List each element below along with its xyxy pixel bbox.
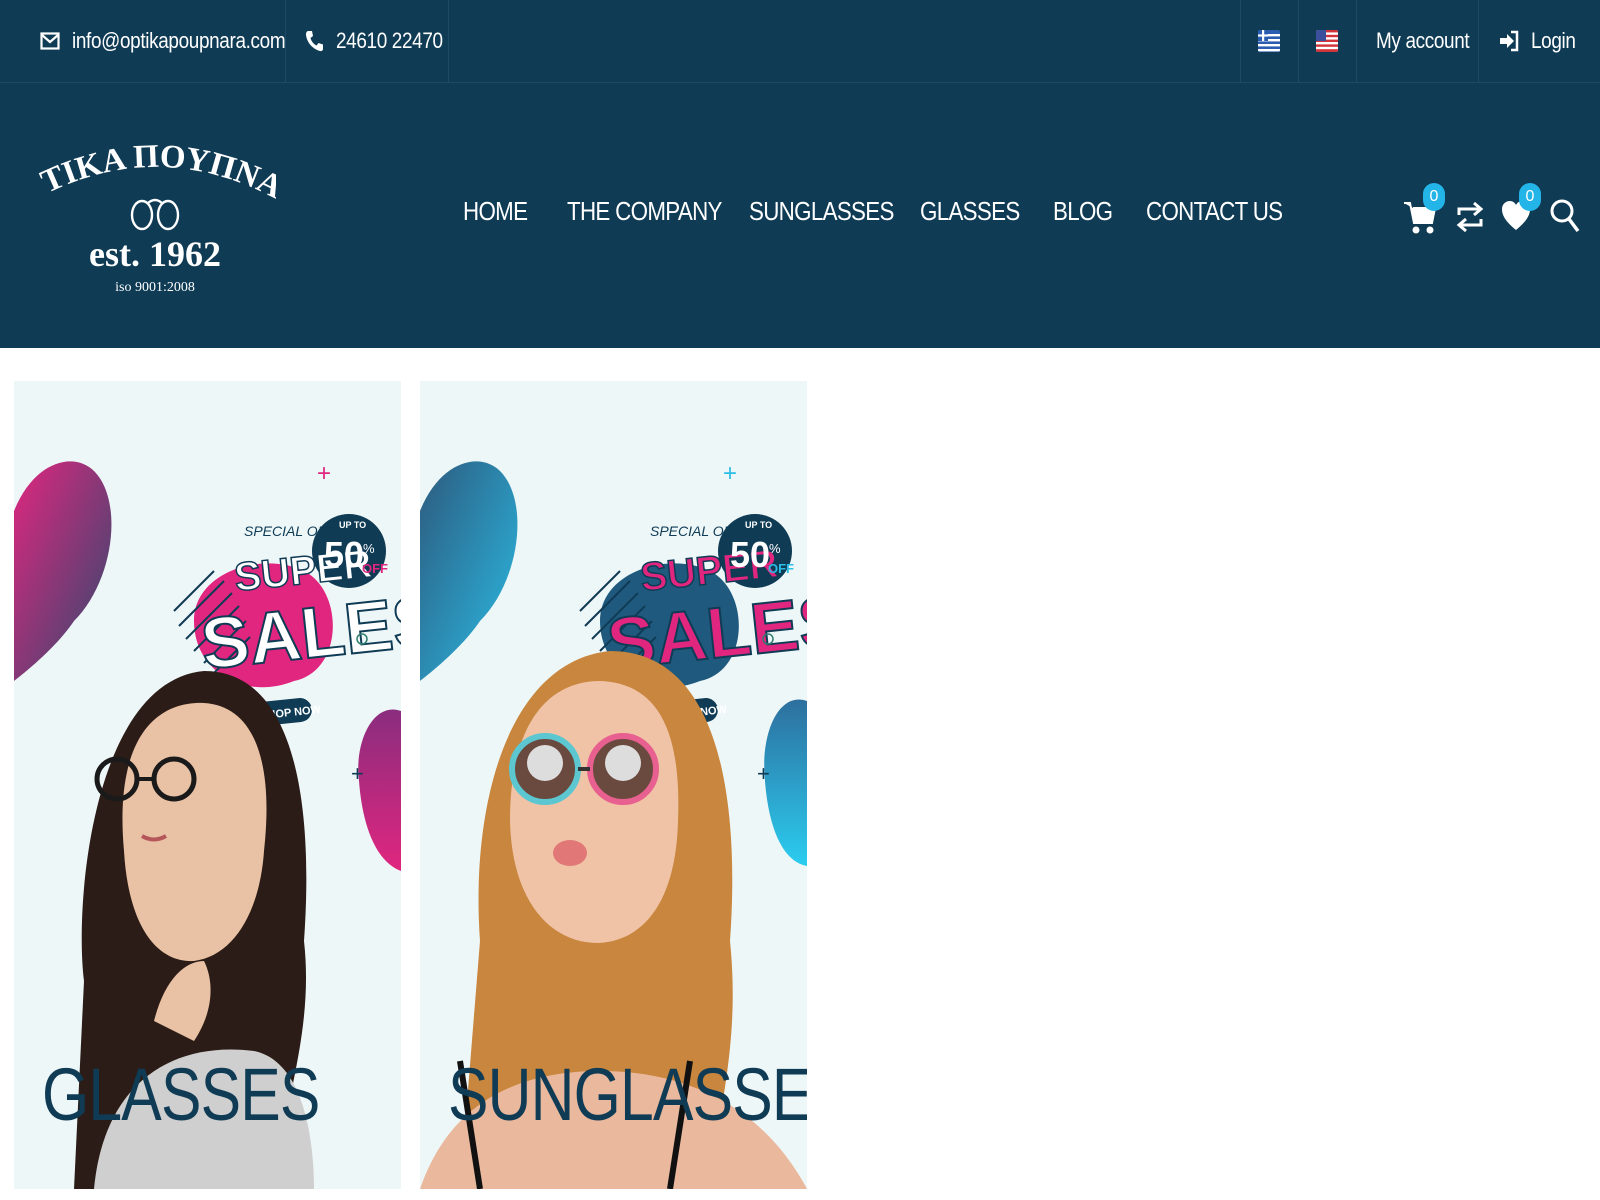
greek-flag-icon	[1258, 30, 1280, 52]
logo-line3: iso 9001:2008	[115, 280, 195, 295]
svg-text:+: +	[317, 460, 331, 487]
glasses-up-to: UP TO	[339, 520, 366, 530]
wishlist-button[interactable]: 0	[1501, 183, 1541, 239]
cart-count-badge: 0	[1423, 183, 1445, 211]
email-text: info@optikapoupnara.com	[72, 28, 286, 53]
svg-text:+: +	[351, 761, 364, 786]
logo-line1: ΟΠΤΙΚΑ ΠΟΥΠΝΑΡΑ	[23, 95, 288, 206]
nav-blog[interactable]: BLOG	[1053, 196, 1113, 227]
glasses-discount: 50	[324, 534, 364, 575]
language-greek[interactable]	[1240, 0, 1298, 82]
compare-arrows-icon	[1456, 201, 1484, 233]
main-nav: HOME THE COMPANY SUNGLASSES GLASSES BLOG…	[463, 196, 1334, 227]
sunglasses-card-label[interactable]: SUNGLASSES	[448, 1052, 807, 1137]
svg-text:ΟΠΤΙΚΑ ΠΟΥΠΝΑΡΑ: ΟΠΤΙΚΑ ΠΟΥΠΝΑΡΑ	[36, 123, 276, 206]
site-logo[interactable]: ΟΠΤΙΚΑ ΠΟΥΠΝΑΡΑ est. 1962 iso 9001:2008	[23, 95, 288, 303]
phone-icon	[302, 29, 326, 53]
top-bar: info@optikapoupnara.com 24610 22470 My a…	[0, 0, 1600, 83]
glasses-off: OFF	[362, 561, 388, 576]
nav-sunglasses[interactable]: SUNGLASSES	[749, 196, 894, 227]
us-flag-icon	[1316, 30, 1338, 52]
glasses-percent: %	[363, 541, 375, 556]
nav-home[interactable]: HOME	[463, 196, 528, 227]
search-icon	[1550, 199, 1580, 233]
glasses-category-card[interactable]: + SPECIAL OFFER SUPER SALES UP TO 50 % O…	[14, 381, 401, 1189]
glasses-card-label[interactable]: GLASSES	[42, 1052, 320, 1137]
login-text: Login	[1531, 28, 1576, 53]
sunglasses-category-card[interactable]: + SPECIAL OFFER SUPER SALES UP TO 50 % O…	[420, 381, 807, 1189]
sunglasses-percent: %	[769, 541, 781, 556]
header-actions: 0 0	[1395, 183, 1590, 243]
my-account-text: My account	[1376, 28, 1470, 53]
wishlist-count-badge: 0	[1519, 183, 1541, 211]
sunglasses-off: OFF	[768, 561, 794, 576]
main-header: ΟΠΤΙΚΑ ΠΟΥΠΝΑΡΑ est. 1962 iso 9001:2008 …	[0, 83, 1600, 348]
search-button[interactable]	[1549, 183, 1589, 239]
nav-contact-us[interactable]: CONTACT US	[1146, 196, 1283, 227]
logo-mark: ΟΠΤΙΚΑ ΠΟΥΠΝΑΡΑ est. 1962 iso 9001:2008	[23, 95, 288, 295]
login-link[interactable]: Login	[1497, 0, 1583, 82]
language-english[interactable]	[1298, 0, 1356, 82]
svg-text:+: +	[723, 460, 737, 487]
nav-the-company[interactable]: THE COMPANY	[567, 196, 722, 227]
sunglasses-discount: 50	[730, 534, 770, 575]
my-account-link[interactable]: My account	[1376, 0, 1485, 82]
cart-button[interactable]: 0	[1403, 183, 1445, 239]
nav-glasses[interactable]: GLASSES	[920, 196, 1020, 227]
compare-button[interactable]	[1455, 183, 1495, 239]
phone-text: 24610 22470	[336, 28, 443, 53]
phone-link[interactable]: 24610 22470	[302, 0, 460, 82]
sign-in-icon	[1497, 29, 1521, 53]
sunglasses-up-to: UP TO	[745, 520, 772, 530]
svg-text:+: +	[757, 761, 770, 786]
email-link[interactable]: info@optikapoupnara.com	[38, 0, 320, 82]
logo-line2: est. 1962	[89, 234, 221, 274]
envelope-icon	[38, 29, 62, 53]
